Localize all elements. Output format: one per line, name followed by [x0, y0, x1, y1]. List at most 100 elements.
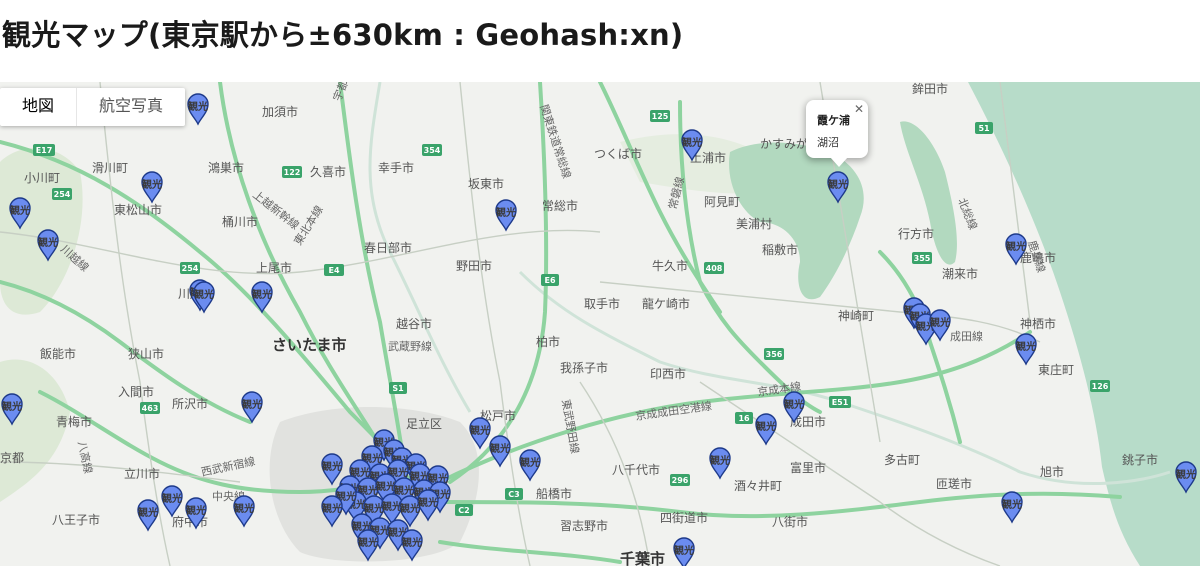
place-label: 龍ケ崎市	[642, 296, 690, 311]
info-window: ✕ 霞ケ浦 湖沼	[806, 100, 868, 167]
map-type-map-button[interactable]: 地図	[0, 88, 76, 126]
place-label: 行方市	[898, 226, 934, 241]
place-label: 春日部市	[364, 240, 412, 255]
tourist-marker-label: 観光	[10, 204, 30, 217]
tourist-marker-label: 観光	[382, 500, 402, 513]
map-canvas[interactable]: E17 254 125 354 122 E4 51 355 408 254 E6…	[0, 82, 1200, 566]
tourist-marker-pin[interactable]: 観光	[495, 199, 517, 232]
tourist-marker-pin[interactable]: 観光	[1001, 491, 1023, 524]
tourist-marker-pin[interactable]: 観光	[251, 281, 273, 314]
svg-text:S1: S1	[392, 384, 404, 393]
place-label: 神崎町	[838, 309, 874, 323]
place-label: 柏市	[536, 334, 560, 349]
place-label: 船橋市	[536, 486, 572, 501]
tourist-marker-pin[interactable]: 観光	[1015, 333, 1037, 366]
place-label: 富里市	[790, 460, 826, 475]
tourist-marker-label: 観光	[234, 502, 254, 515]
place-label: 東松山市	[114, 202, 162, 217]
svg-text:C3: C3	[508, 490, 519, 499]
place-label: 銚子市	[1122, 452, 1158, 467]
tourist-marker-pin[interactable]: 観光	[709, 447, 731, 480]
lake-kitaura	[900, 121, 957, 265]
svg-text:126: 126	[1092, 382, 1109, 391]
place-label: かすみが	[760, 136, 808, 151]
svg-text:254: 254	[54, 190, 71, 199]
tourist-marker-pin[interactable]: 観光	[489, 435, 511, 468]
place-label: 小川町	[24, 171, 60, 185]
place-label: 多古町	[884, 452, 920, 467]
tourist-marker-pin[interactable]: 観光	[519, 449, 541, 482]
svg-text:16: 16	[738, 414, 750, 423]
svg-text:355: 355	[914, 254, 931, 263]
place-label: 取手市	[584, 296, 620, 311]
route-shield: S1	[389, 382, 407, 394]
route-shield: 254	[180, 262, 200, 274]
place-label: 常総市	[542, 198, 578, 213]
tourist-marker-pin[interactable]: 観光	[929, 309, 951, 342]
map-type-control: 地図 航空写真	[0, 88, 186, 126]
place-label: 野田市	[456, 258, 492, 273]
tourist-marker-pin[interactable]: 観光	[141, 171, 163, 204]
tourist-marker-label: 観光	[1176, 468, 1196, 481]
rail-label: 宇都宮線	[330, 82, 359, 103]
tourist-marker-pin[interactable]: 観光	[233, 495, 255, 528]
tourist-marker-pin[interactable]: 観光	[673, 537, 695, 566]
svg-text:C2: C2	[458, 506, 469, 515]
place-label: 阿見町	[704, 195, 740, 209]
place-label: 酒々井町	[734, 479, 782, 493]
tourist-marker-label: 観光	[470, 424, 490, 437]
rail-label: 武蔵野線	[388, 339, 432, 353]
tourist-marker-label: 観光	[252, 288, 272, 301]
tourist-marker-label: 観光	[756, 420, 776, 433]
rail-label: 北総線	[955, 196, 980, 232]
place-label: 印西市	[650, 366, 686, 381]
tourist-marker-label: 観光	[358, 536, 378, 549]
tourist-marker-label: 観光	[242, 398, 262, 411]
place-label: 神栖市	[1020, 316, 1056, 331]
tourist-marker-pin[interactable]: 観光	[755, 413, 777, 446]
tourist-marker-pin[interactable]: 観光	[161, 485, 183, 518]
map-type-satellite-button[interactable]: 航空写真	[76, 88, 185, 126]
place-label: 桶川市	[222, 214, 258, 229]
close-icon[interactable]: ✕	[852, 102, 866, 116]
place-label: 立川市	[124, 466, 160, 481]
svg-text:296: 296	[672, 476, 689, 485]
tourist-marker-pin[interactable]: 観光	[193, 281, 215, 314]
map[interactable]: E17 254 125 354 122 E4 51 355 408 254 E6…	[0, 82, 1200, 566]
place-label: 幸手市	[378, 160, 414, 175]
svg-text:E17: E17	[36, 146, 53, 155]
svg-text:122: 122	[284, 168, 301, 177]
tourist-marker-pin[interactable]: 観光	[137, 499, 159, 532]
place-label: 京都	[0, 451, 24, 465]
route-shield: 463	[140, 402, 160, 414]
tourist-marker-label: 観光	[682, 136, 702, 149]
tourist-marker-label: 観光	[520, 456, 540, 469]
place-label-major: さいたま市	[272, 336, 347, 354]
place-label: 美浦村	[736, 217, 772, 231]
svg-text:254: 254	[182, 264, 199, 273]
tourist-marker-label: 観光	[162, 492, 182, 505]
rail-label: 八高線	[75, 440, 96, 475]
place-label: 坂東市	[468, 176, 504, 191]
tourist-marker-label: 観光	[828, 178, 848, 191]
route-shield: E6	[541, 274, 559, 286]
route-shield: 354	[422, 144, 442, 156]
tourist-marker-label: 観光	[194, 288, 214, 301]
place-label: 稲敷市	[762, 242, 798, 257]
route-shield: 122	[282, 166, 302, 178]
place-label: 東庄町	[1038, 362, 1074, 377]
place-label: 飯能市	[40, 346, 76, 361]
rail-label: 成田線	[950, 329, 983, 343]
tourist-marker-label: 観光	[142, 178, 162, 191]
info-window-title: 霞ケ浦	[817, 115, 850, 127]
place-label: つくば市	[594, 146, 642, 161]
place-label: 牛久市	[652, 258, 688, 273]
tourist-marker-label: 観光	[400, 502, 420, 515]
tourist-marker-label: 観光	[930, 316, 950, 329]
tourist-marker-pin[interactable]: 観光	[241, 391, 263, 424]
route-shield: E51	[829, 396, 851, 408]
tourist-marker-pin[interactable]: 観光	[187, 93, 209, 126]
svg-text:51: 51	[978, 124, 990, 133]
place-label: 八街市	[772, 514, 808, 529]
place-label: 習志野市	[560, 518, 608, 533]
